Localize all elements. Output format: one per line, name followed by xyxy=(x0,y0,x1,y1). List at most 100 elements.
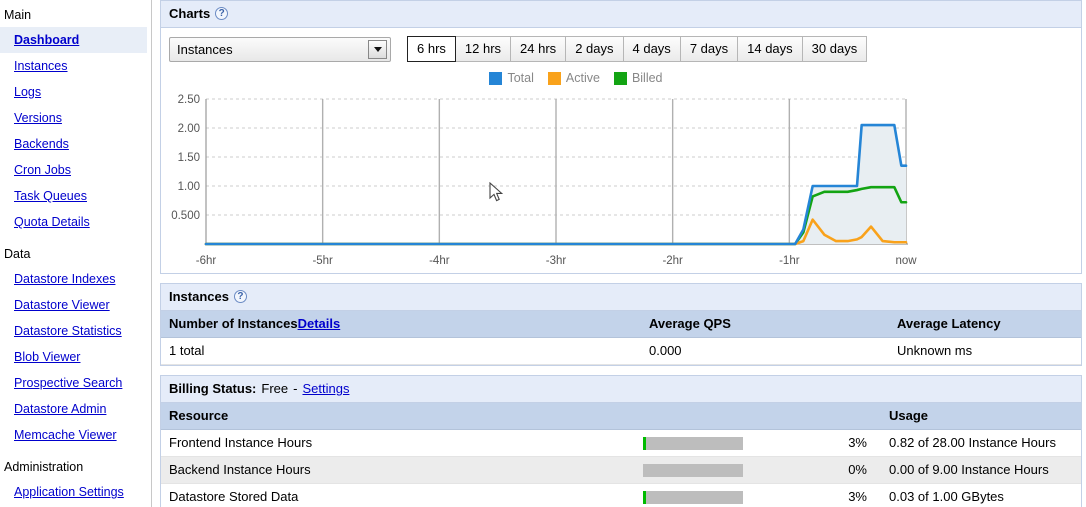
cell-instance-count: 1 total xyxy=(161,337,641,365)
help-icon[interactable]: ? xyxy=(215,7,229,20)
sidebar-item-datastore-indexes[interactable]: Datastore Indexes xyxy=(0,266,151,292)
details-link[interactable]: Details xyxy=(298,316,341,331)
legend-swatch-active xyxy=(547,71,561,85)
sidebar-item-datastore-statistics[interactable]: Datastore Statistics xyxy=(0,318,151,344)
range-button-12hrs[interactable]: 12 hrs xyxy=(455,36,512,62)
cell-usage-text: 0.82 of 28.00 Instance Hours xyxy=(881,429,1081,458)
col-label: Number of Instances xyxy=(169,316,298,331)
usage-progress-bar xyxy=(643,437,743,451)
cell-usage-text: 0.03 of 1.00 GBytes xyxy=(881,483,1081,507)
settings-link[interactable]: Settings xyxy=(302,380,349,397)
range-button-30days[interactable]: 30 days xyxy=(802,36,868,62)
legend-swatch-total xyxy=(489,71,503,85)
cell-usage-bar xyxy=(635,483,835,507)
usage-progress-fill xyxy=(643,437,646,451)
cell-usage-text: 0.00 of 9.00 Instance Hours xyxy=(881,456,1081,485)
help-icon[interactable]: ? xyxy=(233,290,247,303)
cell-percent: 0% xyxy=(835,456,881,485)
chart-legend: Total Active Billed xyxy=(161,71,1081,85)
range-button-24hrs[interactable]: 24 hrs xyxy=(511,36,567,62)
sidebar-item-instances[interactable]: Instances xyxy=(0,53,151,79)
legend-item-active: Active xyxy=(547,71,600,85)
table-header-row: Resource Usage xyxy=(161,403,1081,430)
sidebar-item-backends[interactable]: Backends xyxy=(0,131,151,157)
sidebar-item-label: Quota Details xyxy=(14,215,90,229)
usage-progress-bar xyxy=(643,464,743,478)
instances-panel-header: Instances ? xyxy=(160,283,1082,311)
col-bar-spacer xyxy=(635,403,835,430)
charts-panel: Charts ? Instances 6 hrs 12 hrs 24 hrs 2… xyxy=(160,0,1082,274)
sidebar-item-label: Versions xyxy=(14,111,62,125)
sidebar-item-label: Blob Viewer xyxy=(14,350,81,364)
sidebar-item-cron-jobs[interactable]: Cron Jobs xyxy=(0,157,151,183)
main-content: Charts ? Instances 6 hrs 12 hrs 24 hrs 2… xyxy=(160,0,1082,507)
legend-swatch-billed xyxy=(613,71,627,85)
chevron-down-icon[interactable] xyxy=(368,39,387,59)
legend-label-total: Total xyxy=(507,71,534,85)
col-number-of-instances: Number of InstancesDetails xyxy=(161,311,641,338)
sidebar-item-datastore-viewer[interactable]: Datastore Viewer xyxy=(0,292,151,318)
billing-status-value: Free xyxy=(261,381,289,396)
instances-panel: Instances ? Number of InstancesDetails A… xyxy=(160,283,1082,366)
svg-text:2.50: 2.50 xyxy=(178,94,200,106)
sidebar-item-label: Prospective Search xyxy=(14,376,123,390)
sidebar-item-label: Cron Jobs xyxy=(14,163,71,177)
sidebar-item-logs[interactable]: Logs xyxy=(0,79,151,105)
billing-panel-body: Resource Usage Frontend Instance Hours 3… xyxy=(160,403,1082,507)
table-row: Datastore Stored Data 3% 0.03 of 1.00 GB… xyxy=(161,483,1081,507)
range-button-6hrs[interactable]: 6 hrs xyxy=(407,36,456,62)
sidebar-item-label: Datastore Statistics xyxy=(14,324,122,338)
sidebar-item-dashboard[interactable]: Dashboard xyxy=(0,27,147,53)
col-usage: Usage xyxy=(881,403,1081,430)
sidebar-group-data: Data Datastore Indexes Datastore Viewer … xyxy=(0,243,151,448)
svg-text:2.00: 2.00 xyxy=(178,123,200,135)
sidebar-item-application-settings[interactable]: Application Settings xyxy=(0,479,151,505)
range-button-14days[interactable]: 14 days xyxy=(738,36,803,62)
sidebar-item-versions[interactable]: Versions xyxy=(0,105,151,131)
charts-panel-body: Instances 6 hrs 12 hrs 24 hrs 2 days 4 d… xyxy=(160,28,1082,274)
sidebar-item-label: Application Settings xyxy=(14,485,124,499)
svg-text:-5hr: -5hr xyxy=(312,255,333,267)
time-range-button-group: 6 hrs 12 hrs 24 hrs 2 days 4 days 7 days… xyxy=(407,36,868,62)
svg-text:1.50: 1.50 xyxy=(178,152,200,164)
billing-panel: Billing Status: Free - Settings Resource… xyxy=(160,375,1082,507)
sidebar-item-quota-details[interactable]: Quota Details xyxy=(0,209,151,235)
sidebar-item-label: Logs xyxy=(14,85,42,99)
sidebar-item-memcache-viewer[interactable]: Memcache Viewer xyxy=(0,422,151,448)
sidebar-group-title-administration: Administration xyxy=(4,460,84,474)
billing-status-label: Billing Status: xyxy=(169,381,257,396)
chart-svg: 0.500 1.00 1.50 2.00 2.50 -6hr -5hr -4hr -3hr -2h… xyxy=(171,94,917,267)
instances-panel-title: Instances xyxy=(169,289,229,304)
charts-panel-title: Charts xyxy=(169,6,211,21)
sidebar-item-task-queues[interactable]: Task Queues xyxy=(0,183,151,209)
charts-panel-header: Charts ? xyxy=(160,0,1082,28)
sidebar-item-label: Backends xyxy=(14,137,69,151)
instances-table: Number of InstancesDetails Average QPS A… xyxy=(161,311,1081,365)
cell-usage-bar xyxy=(635,429,835,458)
sidebar-item-label: Instances xyxy=(14,59,68,73)
sidebar-item-blob-viewer[interactable]: Blob Viewer xyxy=(0,344,151,370)
cell-resource: Datastore Stored Data xyxy=(161,483,635,507)
svg-text:-1hr: -1hr xyxy=(779,255,800,267)
svg-text:1.00: 1.00 xyxy=(178,181,200,193)
chart-toolbar: Instances 6 hrs 12 hrs 24 hrs 2 days 4 d… xyxy=(161,28,1081,62)
metric-select[interactable]: Instances xyxy=(169,36,391,62)
col-resource: Resource xyxy=(161,403,635,430)
col-percent-spacer xyxy=(835,403,881,430)
sidebar: Main Dashboard Instances Logs Versions B… xyxy=(0,0,152,507)
legend-item-billed: Billed xyxy=(613,71,663,85)
range-button-2days[interactable]: 2 days xyxy=(566,36,624,62)
svg-text:-4hr: -4hr xyxy=(429,255,450,267)
sidebar-item-label: Dashboard xyxy=(14,33,80,47)
sidebar-item-prospective-search[interactable]: Prospective Search xyxy=(0,370,151,396)
cell-percent: 3% xyxy=(835,483,881,507)
range-button-4days[interactable]: 4 days xyxy=(623,36,681,62)
billing-table: Resource Usage Frontend Instance Hours 3… xyxy=(161,403,1081,507)
usage-progress-bar xyxy=(643,491,743,505)
legend-label-billed: Billed xyxy=(631,71,663,85)
range-button-7days[interactable]: 7 days xyxy=(680,36,739,62)
legend-item-total: Total xyxy=(489,71,534,85)
svg-text:now: now xyxy=(895,255,917,267)
sidebar-item-datastore-admin[interactable]: Datastore Admin xyxy=(0,396,151,422)
sidebar-group-title-main: Main xyxy=(4,8,32,22)
